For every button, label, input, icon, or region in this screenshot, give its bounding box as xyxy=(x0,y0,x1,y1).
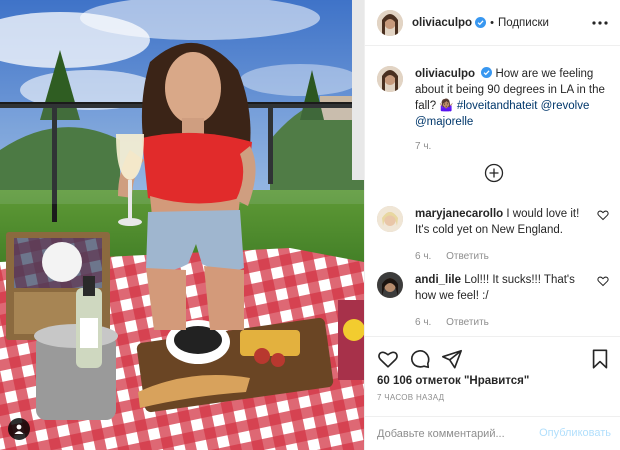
comment-body: maryjanecarollo I would love it! It's co… xyxy=(415,206,591,265)
avatar-image xyxy=(377,66,403,92)
post-time-ago[interactable]: 7 часов назад xyxy=(377,393,444,402)
add-comment-input[interactable] xyxy=(377,425,527,443)
comment-time[interactable]: 6 ч. xyxy=(415,251,431,262)
comment-meta: 6 ч. Ответить xyxy=(415,315,591,331)
add-comment-bar: Опубликовать xyxy=(365,416,620,450)
comment-time[interactable]: 6 ч. xyxy=(415,317,431,328)
comment-username[interactable]: andi_lile xyxy=(415,274,461,286)
author-avatar[interactable] xyxy=(377,9,403,36)
picnic-photo xyxy=(0,0,364,450)
reply-button[interactable]: Ответить xyxy=(446,317,489,328)
caption-avatar[interactable] xyxy=(377,66,403,92)
caption-emoji: 🤷🏽‍♀️ xyxy=(439,100,454,112)
post-side-panel: oliviaculpo • Подписки oliviaculpo How a… xyxy=(364,0,620,450)
verified-badge-icon xyxy=(475,17,487,28)
commenter-avatar[interactable] xyxy=(377,272,403,298)
heart-icon[interactable] xyxy=(377,348,399,370)
likes-count[interactable]: 60 106 отметок "Нравится" xyxy=(377,375,529,387)
comment-item: maryjanecarollo I would love it! It's co… xyxy=(377,206,611,265)
comment-meta: 6 ч. Ответить xyxy=(415,249,591,265)
reply-button[interactable]: Ответить xyxy=(446,251,489,262)
commenter-avatar[interactable] xyxy=(377,206,403,232)
avatar-image xyxy=(377,9,403,36)
caption-hashtag[interactable]: #loveitandhateit xyxy=(457,100,538,112)
avatar-image xyxy=(377,206,403,232)
publish-button[interactable]: Опубликовать xyxy=(539,427,611,439)
person-icon xyxy=(14,424,24,434)
comment-bubble-icon[interactable] xyxy=(409,348,431,370)
avatar-image xyxy=(377,272,403,298)
caption-mention-revolve[interactable]: @revolve xyxy=(541,100,590,112)
more-options-icon[interactable] xyxy=(591,14,609,32)
caption-text: oliviaculpo How are we feeling about it … xyxy=(415,66,615,130)
caption-mention-majorelle[interactable]: @majorelle xyxy=(415,116,473,128)
caption-username[interactable]: oliviaculpo xyxy=(415,68,475,80)
heart-outline-icon[interactable] xyxy=(597,275,609,287)
load-more-comments-icon[interactable] xyxy=(484,163,504,183)
bookmark-icon[interactable] xyxy=(589,348,611,370)
verified-badge-icon xyxy=(481,67,493,78)
following-button[interactable]: Подписки xyxy=(498,17,549,29)
comment-username[interactable]: maryjanecarollo xyxy=(415,208,503,220)
post-caption: oliviaculpo How are we feeling about it … xyxy=(377,66,611,152)
heart-outline-icon[interactable] xyxy=(597,209,609,221)
separator-dot: • xyxy=(490,16,494,29)
tagged-user-icon[interactable] xyxy=(8,418,30,440)
more-horizontal-icon xyxy=(592,21,608,25)
paper-plane-icon[interactable] xyxy=(441,348,463,370)
caption-timestamp[interactable]: 7 ч. xyxy=(415,141,615,152)
post-photo[interactable] xyxy=(0,0,364,450)
author-username[interactable]: oliviaculpo xyxy=(412,17,472,29)
action-bar xyxy=(365,336,620,380)
comment-body: andi_lile Lol!!! It sucks!!! That's how … xyxy=(415,272,591,331)
comment-item: andi_lile Lol!!! It sucks!!! That's how … xyxy=(377,272,611,331)
post-header: oliviaculpo • Подписки xyxy=(365,0,620,46)
